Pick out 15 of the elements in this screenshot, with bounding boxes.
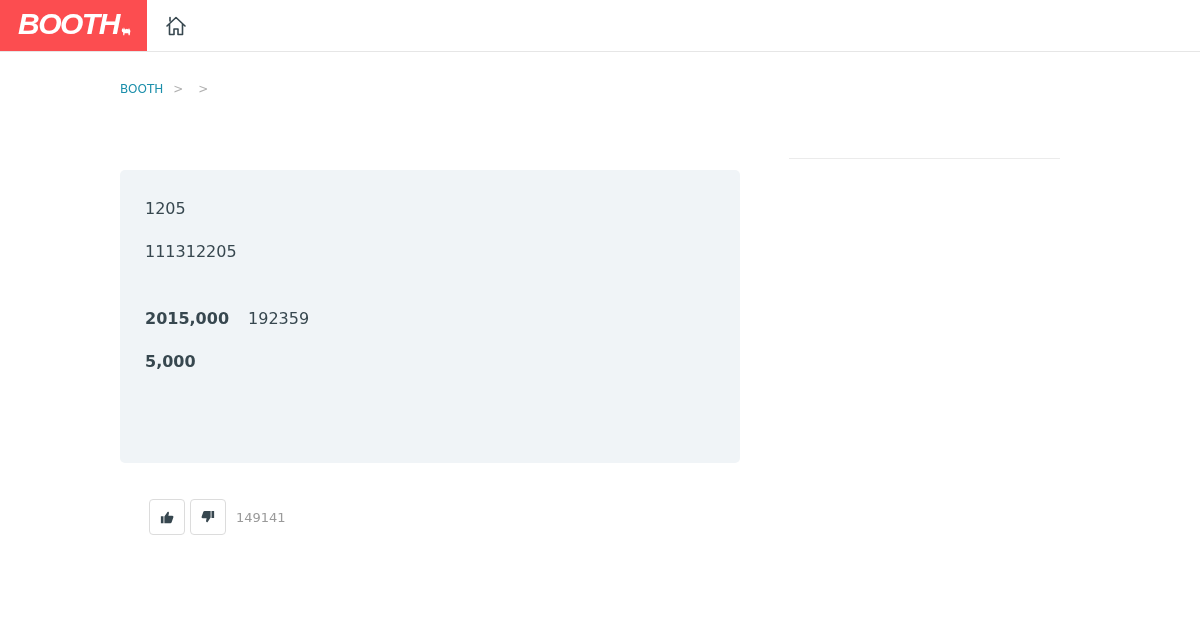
breadcrumb-separator: >: [173, 81, 184, 97]
breadcrumb-separator: >: [198, 81, 209, 97]
description-text: 1205: [145, 198, 187, 220]
price-text: 5,000: [145, 351, 196, 373]
note-text: 192359: [248, 308, 310, 330]
dislike-button[interactable]: [190, 499, 226, 535]
price-text: 2015,000: [145, 308, 229, 330]
logo-link[interactable]: BOOTH: [0, 0, 147, 51]
like-button[interactable]: [149, 499, 185, 535]
thumbs-up-icon: [160, 510, 174, 524]
vote-count: 149141: [236, 509, 286, 525]
breadcrumb-link[interactable]: BOOTH: [120, 81, 164, 97]
thumbs-down-icon: [201, 510, 215, 524]
description-text: 111312205: [145, 241, 238, 263]
animal-icon: [120, 25, 131, 37]
